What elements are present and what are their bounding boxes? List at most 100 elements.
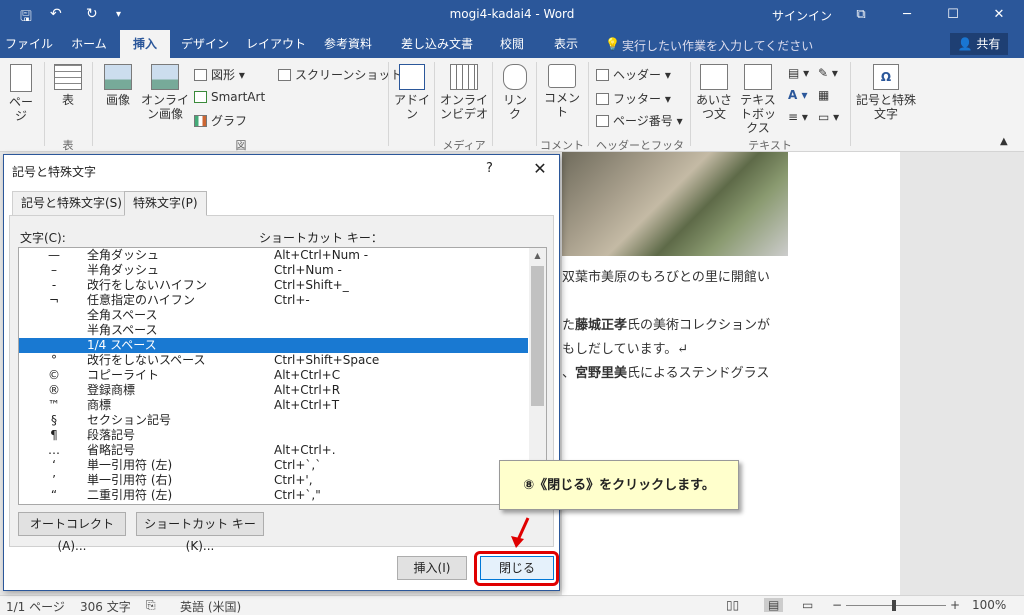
quick-parts-icon[interactable]: ▤ ▾ [788, 66, 809, 80]
online-image-button[interactable]: オンライン画像 [140, 64, 190, 121]
textbox-button[interactable]: テキストボックス [736, 64, 780, 135]
list-item[interactable]: ’ 単一引用符 (右) Ctrl+', [19, 473, 528, 488]
zoom-out-icon[interactable]: − [832, 598, 842, 612]
header-button[interactable]: ヘッダー ▾ [596, 66, 671, 83]
zoom-level[interactable]: 100% [972, 598, 1006, 612]
group-label-figure: 図 [235, 139, 247, 152]
list-item[interactable]: … 省略記号 Alt+Ctrl+. [19, 443, 528, 458]
list-item[interactable]: ® 登録商標 Alt+Ctrl+R [19, 383, 528, 398]
drop-cap-icon[interactable]: ≡ ▾ [788, 110, 808, 124]
group-label-media: メディア [442, 139, 486, 152]
addin-button[interactable]: アドイン [394, 64, 430, 121]
smartart-button[interactable]: SmartArt [194, 90, 265, 104]
scroll-thumb[interactable] [531, 266, 544, 406]
list-item[interactable]: ™ 商標 Alt+Ctrl+T [19, 398, 528, 413]
header-icon [596, 69, 609, 81]
language[interactable]: 英語 (米国) [180, 598, 241, 615]
list-item[interactable]: © コピーライト Alt+Ctrl+C [19, 368, 528, 383]
autocorrect-button[interactable]: オートコレクト(A)... [18, 512, 126, 553]
ribbon-display-options-icon[interactable]: ⧉ [838, 2, 884, 28]
collapse-ribbon-icon[interactable]: ▲ [1000, 136, 1008, 147]
tab-view[interactable]: 表示 [544, 30, 588, 58]
image-button[interactable]: 画像 [100, 64, 136, 107]
tab-layout[interactable]: レイアウト [244, 30, 308, 58]
greeting-label: あいさつ文 [695, 93, 732, 121]
comment-button[interactable]: コメント [540, 64, 584, 119]
read-mode-icon[interactable]: ▯▯ [726, 598, 739, 612]
tab-insert[interactable]: 挿入 [120, 30, 170, 58]
dialog-close-icon[interactable]: ✕ [529, 158, 551, 180]
web-layout-icon[interactable]: ▭ [802, 598, 813, 612]
scroll-up-icon[interactable]: ▲ [529, 248, 546, 264]
list-item-char: § [51, 413, 57, 427]
group-separator [492, 62, 493, 146]
close-window-icon[interactable]: ✕ [976, 2, 1022, 28]
screenshot-button[interactable]: スクリーンショット ▾ [278, 66, 412, 83]
store-icon [399, 64, 425, 90]
online-picture-icon [151, 64, 179, 90]
list-item[interactable]: ¶ 段落記号 [19, 428, 528, 443]
online-video-button[interactable]: オンラインビデオ [440, 64, 488, 121]
list-item-name: 全角ダッシュ [87, 248, 160, 262]
list-item[interactable]: ¬ 任意指定のハイフン Ctrl+- [19, 293, 528, 308]
insert-button[interactable]: 挿入(I) [397, 556, 467, 580]
zoom-in-icon[interactable]: + [950, 598, 960, 612]
zoom-slider[interactable] [846, 605, 946, 606]
list-item[interactable]: 1/4 スペース [19, 338, 528, 353]
list-item[interactable]: - 改行をしないハイフン Ctrl+Shift+_ [19, 278, 528, 293]
document-page[interactable]: 双葉市美原のもろびとの里に開館い た藤城正孝氏の美術コレクションが もしだしてい… [562, 152, 900, 595]
tab-file[interactable]: ファイル [0, 30, 58, 58]
page-icon [10, 64, 32, 92]
doc-line-4-bold: 宮野里美 [575, 366, 628, 381]
zoom-slider-thumb[interactable] [892, 600, 896, 611]
list-item-char: ® [48, 383, 60, 397]
share-button[interactable]: 👤 共有 [950, 33, 1008, 55]
wordart-icon[interactable]: A ▾ [788, 88, 808, 102]
doc-line-2-pre: た [562, 318, 576, 333]
signin-link[interactable]: サインイン [772, 7, 832, 24]
graph-button[interactable]: グラフ [194, 112, 247, 129]
special-character-list[interactable]: — 全角ダッシュ Alt+Ctrl+Num - – 半角ダッシュ Ctrl+Num - - 改… [18, 247, 547, 505]
tab-symbols[interactable]: 記号と特殊文字(S) [12, 191, 131, 215]
symbol-button[interactable]: Ω 記号と特殊文字 [856, 64, 916, 121]
proofing-icon[interactable]: ⎘ [146, 598, 156, 613]
help-button[interactable]: ? [486, 161, 493, 176]
date-time-icon[interactable]: ▦ [818, 88, 829, 102]
minimize-icon[interactable]: ─ [884, 2, 930, 28]
list-item[interactable]: ‘ 単一引用符 (左) Ctrl+`,` [19, 458, 528, 473]
tab-review[interactable]: 校閲 [490, 30, 534, 58]
maximize-icon[interactable]: ☐ [930, 2, 976, 28]
tab-references[interactable]: 参考資料 [316, 30, 380, 58]
list-item[interactable]: 全角スペース [19, 308, 528, 323]
footer-button[interactable]: フッター ▾ [596, 90, 671, 107]
page-number-button[interactable]: ページ番号 ▾ [596, 112, 683, 129]
tell-me-input[interactable]: 実行したい作業を入力してください [622, 37, 813, 54]
list-item[interactable]: — 全角ダッシュ Alt+Ctrl+Num - [19, 248, 528, 263]
page-count[interactable]: 1/1 ページ [6, 598, 65, 615]
list-item-name: 単一引用符 (左) [87, 458, 173, 472]
tab-mailings[interactable]: 差し込み文書 [392, 30, 482, 58]
link-button[interactable]: リンク [498, 64, 532, 121]
page-button[interactable]: ページ [4, 64, 38, 123]
signature-line-icon[interactable]: ✎ ▾ [818, 66, 838, 80]
list-item[interactable]: ° 改行をしないスペース Ctrl+Shift+Space [19, 353, 528, 368]
table-button[interactable]: 表 [50, 64, 86, 107]
list-item[interactable]: – 半角ダッシュ Ctrl+Num - [19, 263, 528, 278]
word-count[interactable]: 306 文字 [80, 598, 131, 615]
shortcut-key-button[interactable]: ショートカット キー(K)... [136, 512, 264, 553]
tab-design[interactable]: デザイン [176, 30, 234, 58]
list-item[interactable]: “ 二重引用符 (左) Ctrl+`," [19, 488, 528, 503]
list-item[interactable]: § セクション記号 [19, 413, 528, 428]
list-item-shortcut: Ctrl+', [274, 473, 313, 487]
greeting-button[interactable]: あいさつ文 [694, 64, 734, 121]
print-layout-icon[interactable]: ▤ [764, 598, 784, 612]
doc-line-4-post: 氏によるステンドグラス [627, 366, 770, 381]
doc-line-3: もしだしています。↵ [562, 342, 689, 357]
smartart-icon [194, 91, 207, 103]
textbox-icon [744, 64, 772, 90]
shapes-button[interactable]: 図形 ▾ [194, 66, 245, 83]
object-icon[interactable]: ▭ ▾ [818, 110, 839, 124]
tab-special-characters[interactable]: 特殊文字(P) [124, 191, 207, 216]
list-item[interactable]: 半角スペース [19, 323, 528, 338]
tab-home[interactable]: ホーム [60, 30, 118, 58]
